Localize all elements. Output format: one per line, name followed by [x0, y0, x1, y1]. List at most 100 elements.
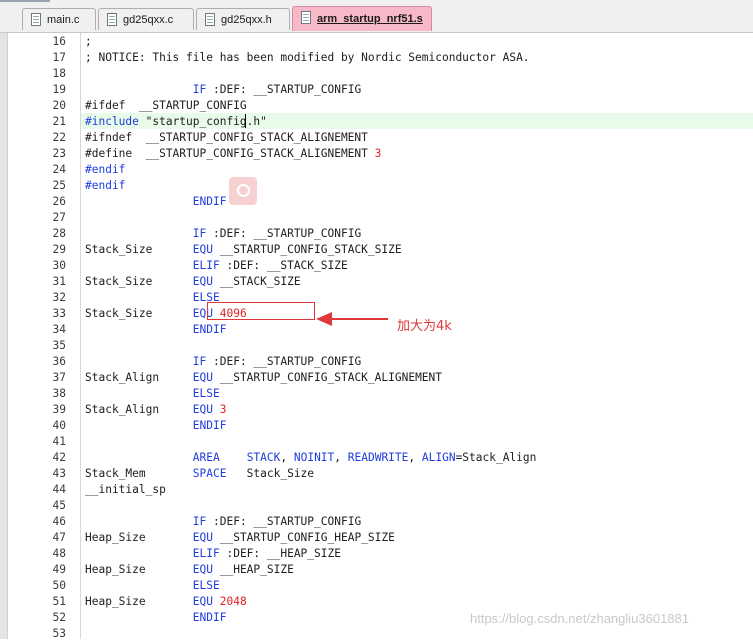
code-line[interactable]: 43 Stack_Mem SPACE Stack_Size [0, 466, 753, 482]
line-code: IF :DEF: __STARTUP_CONFIG [85, 354, 361, 370]
code-line[interactable]: 51 Heap_Size EQU 2048 [0, 594, 753, 610]
code-editor[interactable]: 16; 17; NOTICE: This file has been modifi… [0, 33, 753, 642]
line-code: Stack_Align EQU __STARTUP_CONFIG_STACK_A… [85, 370, 442, 386]
tab-bar: main.c gd25qxx.c gd25qxx.h arm_startup_n… [0, 0, 753, 33]
code-token: AREA [192, 451, 220, 464]
code-line[interactable]: 53 [0, 626, 753, 642]
code-line[interactable]: 46 IF :DEF: __STARTUP_CONFIG [0, 514, 753, 530]
line-number: 47 [52, 531, 66, 544]
line-code: ENDIF [85, 610, 227, 626]
code-token: READWRITE [347, 451, 409, 464]
code-token: ELSE [192, 387, 220, 400]
code-token: SPACE [192, 467, 227, 480]
code-line[interactable]: 35 [0, 338, 753, 354]
code-line[interactable]: 29 Stack_Size EQU __STARTUP_CONFIG_STACK_… [0, 242, 753, 258]
code-token: EQU [192, 403, 213, 416]
code-line[interactable]: 31 Stack_Size EQU __STACK_SIZE [0, 274, 753, 290]
line-number: 48 [52, 547, 66, 560]
code-line[interactable]: 24 #endif [0, 162, 753, 178]
code-line[interactable]: 50 ELSE [0, 578, 753, 594]
line-number: 23 [52, 147, 66, 160]
line-code: #include "startup_config.h" [85, 114, 267, 130]
code-line[interactable]: 39 Stack_Align EQU 3 [0, 402, 753, 418]
code-line[interactable]: 17 ; NOTICE: This file has been modified … [0, 50, 753, 66]
search-icon[interactable] [229, 177, 257, 205]
tab-main-c[interactable]: main.c [22, 8, 96, 30]
code-token: EQU [192, 371, 213, 384]
line-code: ELSE [85, 386, 220, 402]
line-number: 36 [52, 355, 66, 368]
tab-bar-accent [0, 0, 50, 2]
code-line[interactable]: 41 [0, 434, 753, 450]
code-token: , [408, 451, 422, 464]
line-code: #ifdef __STARTUP_CONFIG [85, 98, 247, 114]
line-code: Heap_Size EQU __STARTUP_CONFIG_HEAP_SIZE [85, 530, 395, 546]
code-token: Stack_Size [85, 243, 193, 256]
line-number: 20 [52, 99, 66, 112]
code-token: #ifndef __STARTUP_CONFIG_STACK_ALIGNEMEN… [85, 131, 368, 144]
code-line[interactable]: 30 ELIF :DEF: __STACK_SIZE [0, 258, 753, 274]
line-code: #endif [85, 162, 125, 178]
code-line[interactable]: 47 Heap_Size EQU __STARTUP_CONFIG_HEAP_SI… [0, 530, 753, 546]
line-number: 44 [52, 483, 66, 496]
file-icon [31, 13, 41, 26]
code-token: #endif [85, 179, 126, 192]
code-line[interactable]: 16; [0, 34, 753, 50]
code-line[interactable]: 23 #define __STARTUP_CONFIG_STACK_ALIGNEM… [0, 146, 753, 162]
line-code: ; NOTICE: This file has been modified by… [85, 50, 530, 66]
code-line[interactable]: 37 Stack_Align EQU __STARTUP_CONFIG_STACK… [0, 370, 753, 386]
line-number: 39 [52, 403, 66, 416]
tab-label: main.c [47, 14, 80, 26]
code-token: EQU [192, 275, 213, 288]
line-number: 16 [52, 35, 66, 48]
code-line[interactable]: 49 Heap_Size EQU __HEAP_SIZE [0, 562, 753, 578]
file-icon [107, 13, 117, 26]
code-token: 3 [219, 403, 227, 416]
line-number: 29 [52, 243, 66, 256]
code-line[interactable]: 20 #ifdef __STARTUP_CONFIG [0, 98, 753, 114]
code-line[interactable]: 32 ELSE [0, 290, 753, 306]
annotation-text: 加大为4k [397, 319, 452, 334]
tab-arm-startup-nrf51-s[interactable]: arm_startup_nrf51.s [292, 6, 432, 31]
code-line[interactable]: 34 ENDIF [0, 322, 753, 338]
code-line[interactable]: 48 ELIF :DEF: __HEAP_SIZE [0, 546, 753, 562]
code-token: Stack_Align [85, 371, 193, 384]
code-line[interactable]: 38 ELSE [0, 386, 753, 402]
tab-gd25qxx-h[interactable]: gd25qxx.h [196, 8, 290, 30]
code-line[interactable]: 19 IF :DEF: __STARTUP_CONFIG [0, 82, 753, 98]
line-code: #ifndef __STARTUP_CONFIG_STACK_ALIGNEMEN… [85, 130, 368, 146]
line-number: 40 [52, 419, 66, 432]
line-code: ENDIF [85, 322, 227, 338]
line-code: __initial_sp [85, 482, 166, 498]
line-code: Stack_Size EQU __STACK_SIZE [85, 274, 301, 290]
line-number: 19 [52, 83, 66, 96]
code-line[interactable]: 40 ENDIF [0, 418, 753, 434]
line-number: 50 [52, 579, 66, 592]
line-code: Heap_Size EQU __HEAP_SIZE [85, 562, 294, 578]
code-line[interactable]: 25 #endif [0, 178, 753, 194]
code-token: __STARTUP_CONFIG_STACK_ALIGNEMENT [213, 371, 443, 384]
code-token: __HEAP_SIZE [213, 563, 294, 576]
code-line[interactable]: 27 [0, 210, 753, 226]
code-line[interactable]: 18 [0, 66, 753, 82]
code-token: __STACK_SIZE [213, 275, 301, 288]
code-line[interactable]: 44 __initial_sp [0, 482, 753, 498]
code-line[interactable]: 45 [0, 498, 753, 514]
code-line[interactable]: 26 ENDIF [0, 194, 753, 210]
code-line[interactable]: 22 #ifndef __STARTUP_CONFIG_STACK_ALIGNEM… [0, 130, 753, 146]
code-line[interactable]: 36 IF :DEF: __STARTUP_CONFIG [0, 354, 753, 370]
line-number: 24 [52, 163, 66, 176]
line-code: AREA STACK, NOINIT, READWRITE, ALIGN=Sta… [85, 450, 537, 466]
code-token: ENDIF [192, 195, 227, 208]
code-token: ; [85, 35, 92, 48]
line-code: ELSE [85, 578, 220, 594]
code-line[interactable]: 21 #include "startup_config.h" [0, 114, 753, 130]
code-line[interactable]: 28 IF :DEF: __STARTUP_CONFIG [0, 226, 753, 242]
line-code: IF :DEF: __STARTUP_CONFIG [85, 514, 361, 530]
arrow-head-icon [316, 312, 332, 326]
line-code: ENDIF [85, 418, 227, 434]
tab-gd25qxx-c[interactable]: gd25qxx.c [98, 8, 194, 30]
code-token: #include [85, 115, 139, 128]
code-line[interactable]: 42 AREA STACK, NOINIT, READWRITE, ALIGN=… [0, 450, 753, 466]
